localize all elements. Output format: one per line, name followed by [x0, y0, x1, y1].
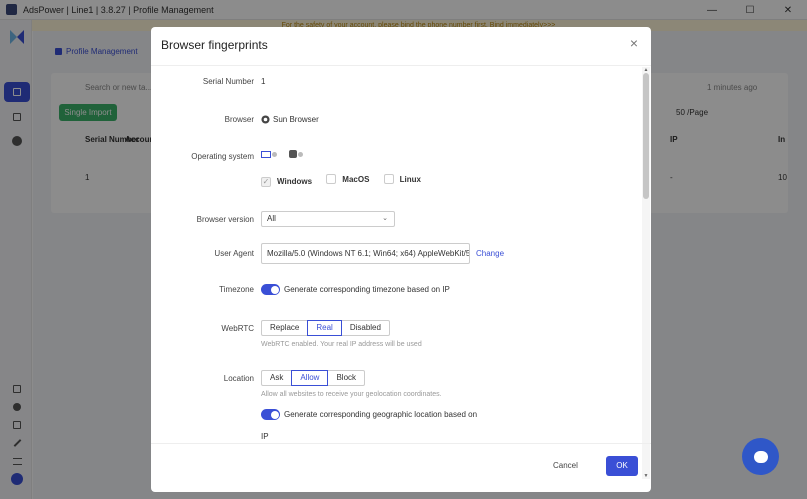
- browser-fingerprints-dialog: Browser fingerprints × Serial Number 1 B…: [151, 27, 651, 492]
- webrtc-label: WebRTC: [221, 324, 254, 333]
- dialog-body: Serial Number 1 Browser Sun Browser Oper…: [151, 65, 651, 443]
- os-options: ✓ Windows MacOS Linux: [261, 174, 561, 187]
- os-device-icons: [261, 150, 303, 158]
- user-agent-field[interactable]: Mozilla/5.0 (Windows NT 6.1; Win64; x64)…: [261, 243, 470, 264]
- timezone-toggle-wrap: Generate corresponding timezone based on…: [261, 284, 450, 295]
- os-label: Operating system: [191, 152, 254, 161]
- change-user-agent-link[interactable]: Change: [476, 249, 504, 258]
- browser-value: Sun Browser: [273, 115, 319, 124]
- os-linux-checkbox[interactable]: Linux: [383, 174, 421, 184]
- location-toggle-text-2: IP: [261, 432, 269, 441]
- desktop-icon[interactable]: [261, 150, 277, 158]
- chat-bubble-icon: [753, 450, 768, 463]
- ok-button[interactable]: OK: [606, 456, 638, 476]
- browser-version-label: Browser version: [196, 215, 254, 224]
- location-ask-option[interactable]: Ask: [261, 370, 293, 386]
- dialog-footer: Cancel OK: [151, 443, 651, 492]
- timezone-label: Timezone: [219, 285, 254, 294]
- location-segmented: Ask Allow Block: [261, 370, 366, 386]
- dialog-scrollbar[interactable]: ▲ ▼: [642, 67, 650, 479]
- os-macos-checkbox[interactable]: MacOS: [326, 174, 369, 184]
- webrtc-replace-option[interactable]: Replace: [261, 320, 309, 336]
- chrome-icon: [261, 115, 270, 124]
- timezone-toggle-text: Generate corresponding timezone based on…: [284, 285, 450, 294]
- webrtc-segmented: Replace Real Disabled: [261, 320, 390, 336]
- location-toggle-text: Generate corresponding geographic locati…: [284, 410, 478, 419]
- location-label: Location: [223, 374, 254, 383]
- android-icon[interactable]: [289, 150, 303, 158]
- location-toggle-wrap: Generate corresponding geographic locati…: [261, 409, 477, 420]
- webrtc-disabled-option[interactable]: Disabled: [340, 320, 390, 336]
- location-toggle[interactable]: [261, 409, 280, 420]
- cancel-button[interactable]: Cancel: [553, 461, 578, 470]
- serial-number-value: 1: [261, 77, 266, 86]
- webrtc-hint: WebRTC enabled. Your real IP address wil…: [261, 341, 422, 348]
- location-hint: Allow all websites to receive your geolo…: [261, 391, 442, 398]
- browser-value-wrap: Sun Browser: [261, 115, 319, 124]
- close-icon[interactable]: ×: [627, 36, 641, 50]
- chevron-down-icon: ⌄: [382, 215, 388, 222]
- dialog-title: Browser fingerprints: [161, 38, 268, 52]
- location-allow-option[interactable]: Allow: [291, 370, 329, 386]
- user-agent-label: User Agent: [214, 249, 254, 258]
- chat-support-button[interactable]: [742, 438, 779, 475]
- os-windows-checkbox[interactable]: ✓ Windows: [261, 176, 312, 187]
- location-block-option[interactable]: Block: [327, 370, 366, 386]
- timezone-toggle[interactable]: [261, 284, 280, 295]
- scroll-thumb[interactable]: [643, 73, 649, 199]
- browser-version-select[interactable]: All ⌄: [261, 211, 395, 227]
- webrtc-real-option[interactable]: Real: [307, 320, 342, 336]
- serial-number-label: Serial Number: [202, 77, 254, 86]
- browser-label: Browser: [224, 115, 254, 124]
